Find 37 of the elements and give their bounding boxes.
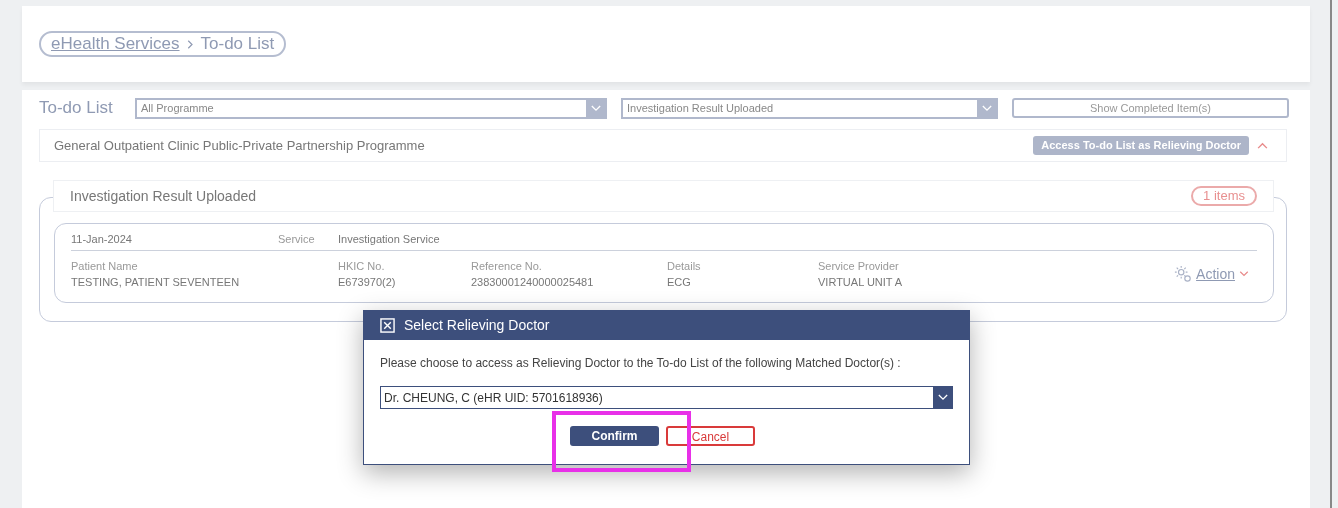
item-count-badge: 1 items	[1191, 186, 1257, 206]
breadcrumb-current: To-do List	[200, 33, 275, 56]
programme-title: General Outpatient Clinic Public-Private Partnership Programme	[54, 136, 425, 155]
field-label: Service	[278, 232, 316, 248]
field-value: VIRTUAL UNIT A	[818, 275, 904, 290]
chevron-down-icon	[937, 394, 948, 401]
field-value: Investigation Service	[338, 232, 440, 248]
field-label: Details	[667, 259, 702, 274]
close-icon[interactable]	[380, 318, 395, 333]
breadcrumb-link[interactable]: eHealth Services	[51, 31, 180, 57]
field-label: Reference No.	[471, 259, 543, 274]
gear-icon	[1174, 265, 1193, 283]
field-value: 23830001240000025481	[471, 275, 595, 290]
cancel-button[interactable]: Cancel	[666, 426, 755, 446]
field-value: E673970(2)	[338, 275, 397, 290]
field-value: TESTING, PATIENT SEVENTEEN	[71, 275, 241, 290]
action-link[interactable]: Action	[1196, 263, 1235, 285]
field-value: ECG	[667, 275, 692, 290]
chevron-down-icon	[1239, 271, 1249, 277]
doctor-select[interactable]: Dr. CHEUNG, C (eHR UID: 5701618936)	[380, 386, 953, 409]
dropdown-field[interactable]: Investigation Result Uploaded	[621, 97, 998, 119]
dialog-message: Please choose to access as Relieving Doctor to the To-do List of the following Matched Doctor(s) :	[380, 355, 902, 372]
show-completed-button[interactable]: Show Completed Item(s)	[1012, 98, 1289, 118]
date-text: 11-Jan-2024	[71, 232, 133, 248]
dialog-title: Select Relieving Doctor	[404, 316, 550, 335]
chevron-up-icon	[1257, 142, 1268, 149]
confirm-button[interactable]: Confirm	[570, 426, 659, 446]
section-title: To-do List	[39, 97, 114, 120]
dropdown-field[interactable]: All Programme	[135, 97, 607, 119]
field-label: Service Provider	[818, 259, 900, 274]
relieving-doctor-button[interactable]: Access To-do List as Relieving Doctor	[1033, 136, 1249, 155]
chevron-right-icon	[185, 39, 195, 49]
field-label: HKIC No.	[338, 259, 386, 274]
chevron-down-icon	[590, 104, 601, 112]
group-title: Investigation Result Uploaded	[70, 186, 256, 206]
chevron-down-icon	[981, 104, 992, 112]
field-label: Patient Name	[71, 259, 139, 274]
